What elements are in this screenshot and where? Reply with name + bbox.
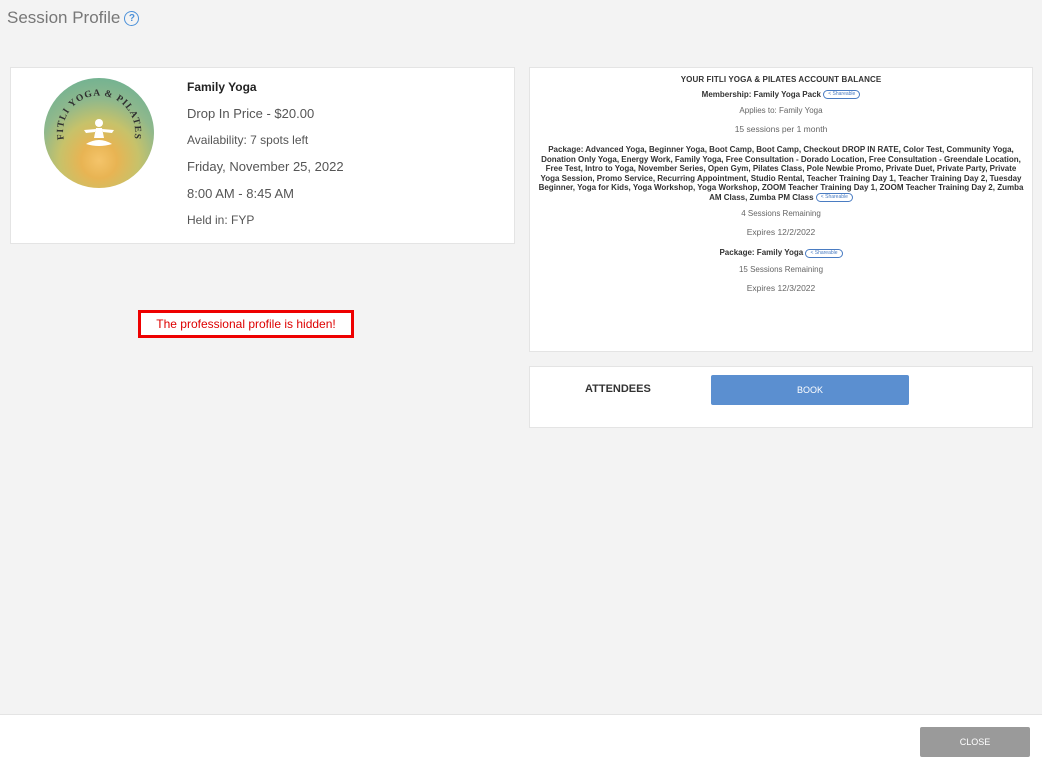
shareable-badge: < Shareable bbox=[805, 248, 843, 258]
package-2-expires: Expires 12/3/2022 bbox=[746, 282, 816, 293]
session-card: FITLI YOGA & PILATES Family Yoga Drop In… bbox=[10, 67, 515, 244]
shareable-badge: < Shareable bbox=[823, 90, 861, 100]
package-list: Package: Advanced Yoga, Beginner Yoga, B… bbox=[538, 145, 1024, 203]
shareable-badge: < Shareable bbox=[815, 193, 853, 203]
book-button[interactable]: BOOK bbox=[711, 375, 909, 405]
drop-in-price: Drop In Price - $20.00 bbox=[187, 106, 315, 121]
package-1-expires: Expires 12/2/2022 bbox=[746, 227, 816, 238]
applies-to: Applies to: Family Yoga bbox=[739, 106, 823, 116]
session-info: Family Yoga Drop In Price - $20.00 Avail… bbox=[187, 80, 344, 239]
membership-line: Membership: Family Yoga Pack < Shareable bbox=[530, 90, 1032, 100]
logo-graphic: FITLI YOGA & PILATES bbox=[56, 88, 141, 146]
attendees-card: ATTENDEES BOOK bbox=[529, 366, 1033, 428]
meditation-figure-icon bbox=[84, 119, 114, 146]
footer: CLOSE bbox=[0, 714, 1042, 768]
help-circle-icon[interactable]: ? bbox=[124, 10, 140, 26]
close-button[interactable]: CLOSE bbox=[920, 727, 1030, 757]
studio-logo: FITLI YOGA & PILATES bbox=[44, 78, 154, 188]
session-date: Friday, November 25, 2022 bbox=[187, 159, 344, 174]
package-1-name: Package: Advanced Yoga, Beginner Yoga, B… bbox=[538, 145, 1024, 202]
package-2-name: Package: Family Yoga bbox=[719, 248, 804, 258]
balance-title: YOUR FITLI YOGA & PILATES ACCOUNT BALANC… bbox=[680, 75, 882, 84]
membership-name: Membership: Family Yoga Pack bbox=[701, 90, 821, 99]
package-2-remaining: 15 Sessions Remaining bbox=[738, 264, 824, 274]
page-title-text: Session Profile bbox=[7, 8, 121, 27]
package-2-line: Package: Family Yoga < Shareable bbox=[530, 248, 1032, 258]
held-in: Held in: FYP bbox=[187, 213, 255, 227]
session-name: Family Yoga bbox=[187, 80, 257, 94]
page-title: Session Profile ? bbox=[7, 8, 140, 28]
account-balance-card: YOUR FITLI YOGA & PILATES ACCOUNT BALANC… bbox=[529, 67, 1033, 352]
availability: Availability: 7 spots left bbox=[187, 133, 309, 147]
package-1-remaining: 4 Sessions Remaining bbox=[741, 209, 821, 219]
attendees-label: ATTENDEES bbox=[585, 383, 651, 395]
sessions-per: 15 sessions per 1 month bbox=[734, 124, 828, 135]
session-time: 8:00 AM - 8:45 AM bbox=[187, 186, 294, 201]
hidden-profile-message: The professional profile is hidden! bbox=[138, 310, 354, 338]
